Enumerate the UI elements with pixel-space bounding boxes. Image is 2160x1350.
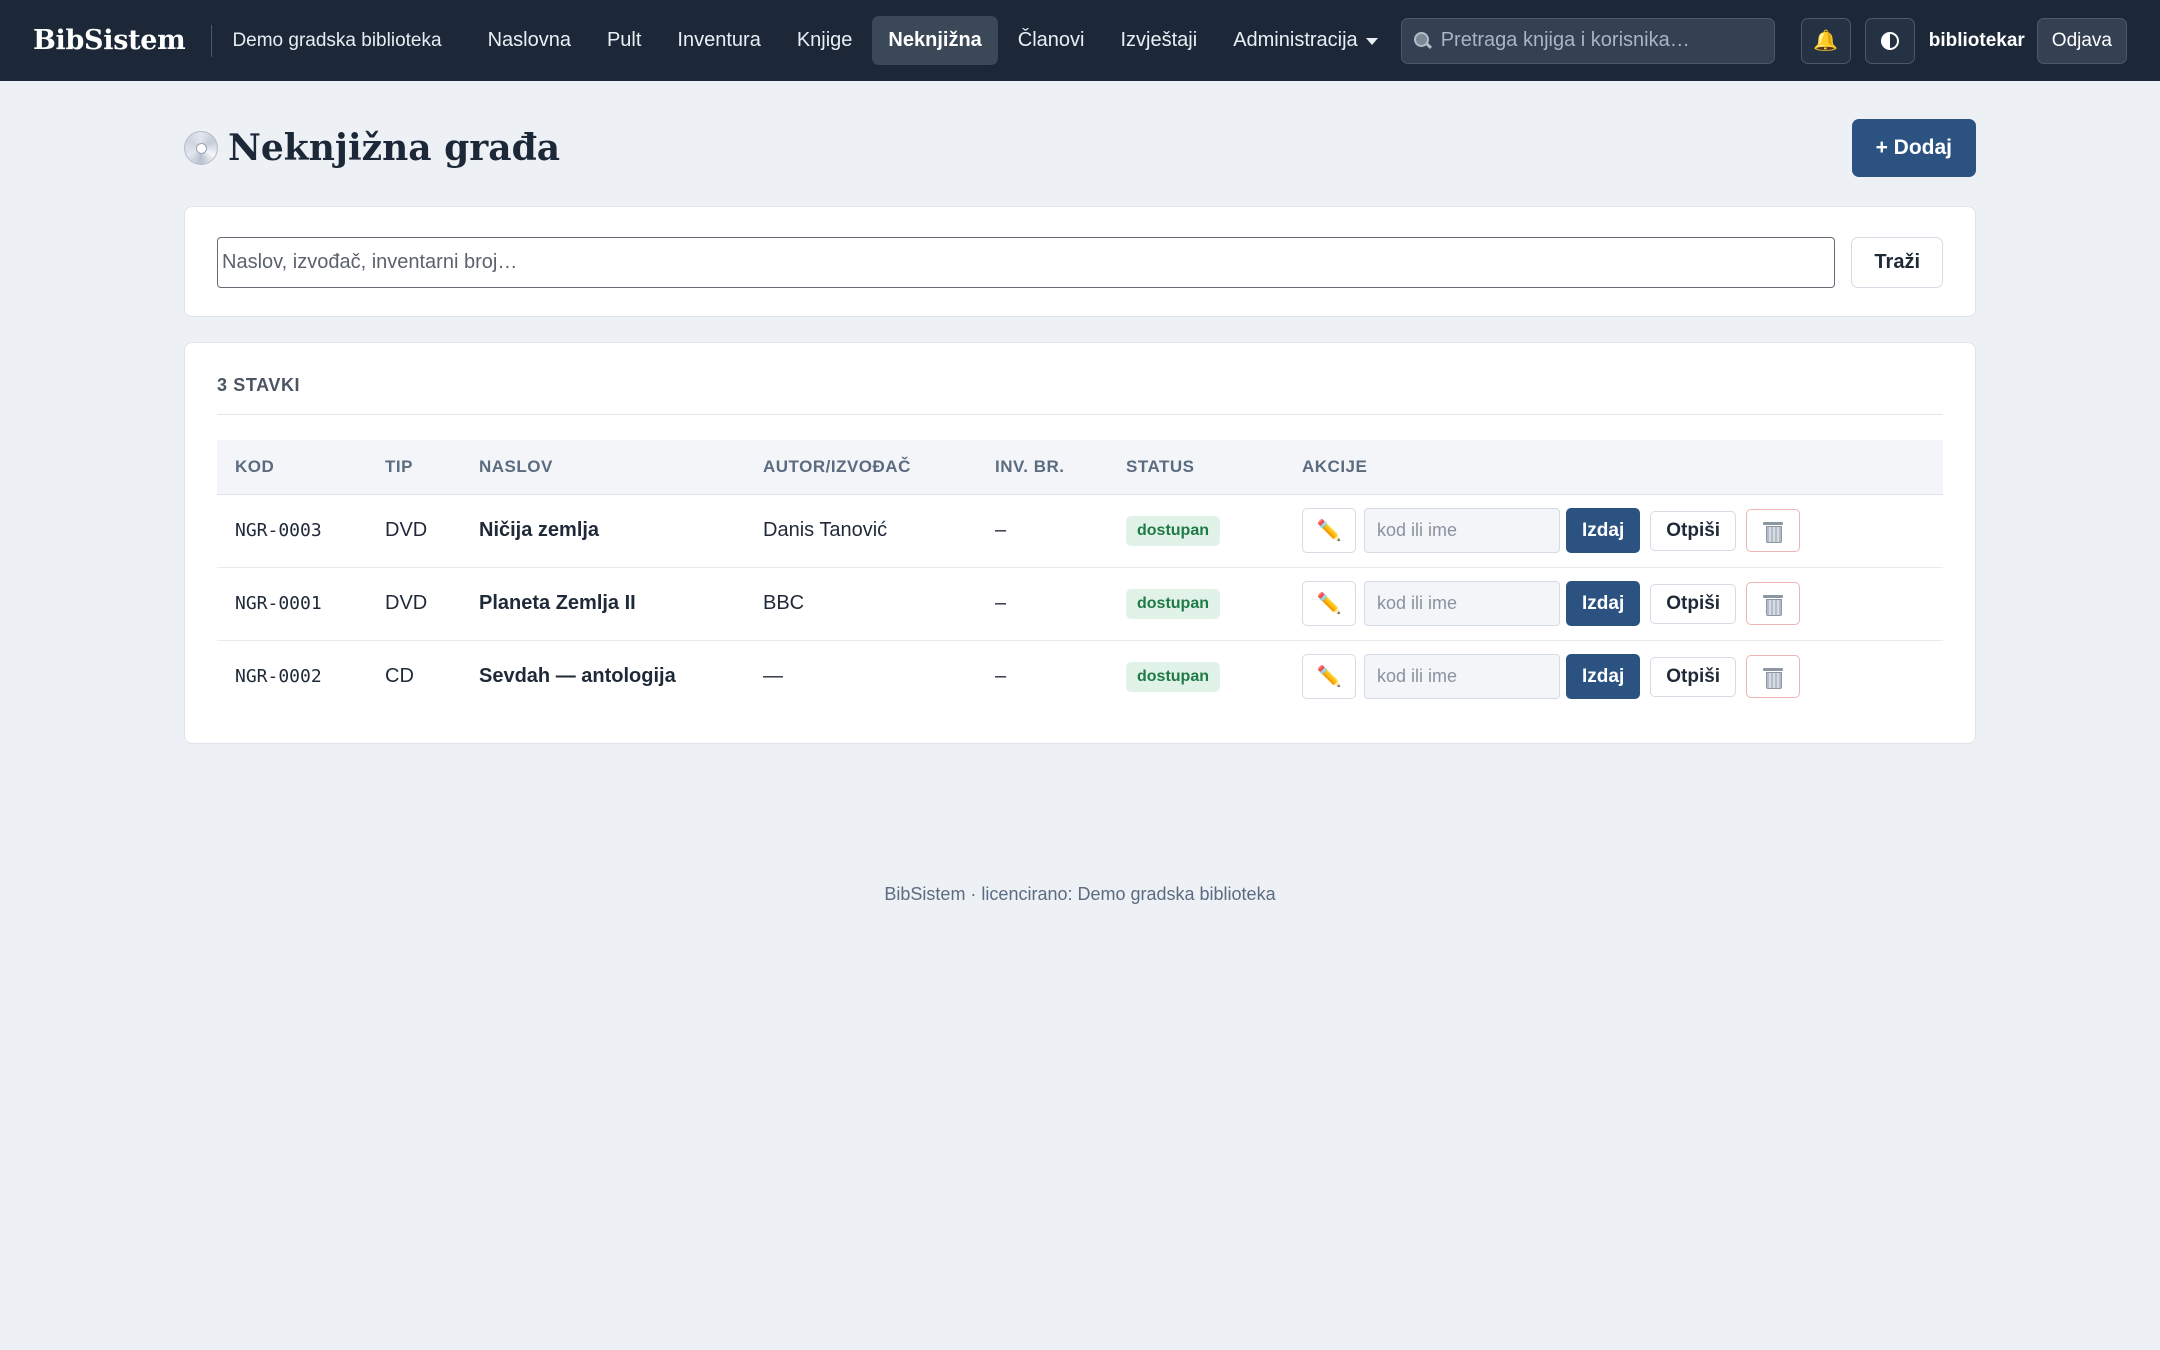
theme-toggle-button[interactable] [1864, 17, 1915, 64]
cell-code: NGR-0002 [235, 666, 322, 688]
write-off-button[interactable]: Otpiši [1650, 583, 1737, 624]
bell-icon: 🔔 [1813, 30, 1839, 52]
nav-item-izvjestaji[interactable]: Izvještaji [1104, 16, 1213, 65]
page-title: Neknjižna građa [228, 127, 561, 169]
cell-author: Danis Tanović [745, 494, 977, 568]
column-header-kod: KOD [217, 440, 367, 495]
borrower-input[interactable] [1364, 581, 1560, 626]
pencil-icon: ✏️ [1316, 593, 1342, 615]
cell-actions: ✏️ Izdaj Otpiši [1284, 494, 1943, 568]
nav-item-knjige[interactable]: Knjige [781, 16, 869, 65]
contrast-icon [1880, 31, 1899, 50]
global-search-input[interactable] [1440, 29, 1762, 52]
item-search-input[interactable] [217, 237, 1836, 288]
main-nav: Naslovna Pult Inventura Knjige Neknjižna… [472, 16, 1394, 65]
page-footer: BibSistem · licencirano: Demo gradska bi… [884, 884, 1276, 904]
status-badge: dostupan [1126, 515, 1220, 546]
add-item-button[interactable]: + Dodaj [1851, 119, 1976, 177]
search-button[interactable]: Traži [1851, 237, 1943, 288]
cell-type: DVD [367, 567, 461, 641]
issue-button[interactable]: Izdaj [1566, 654, 1641, 700]
cell-inv: – [995, 665, 1007, 688]
items-count: 3 STAVKI [217, 375, 1943, 415]
column-header-autor: AUTOR/IZVOĐAČ [745, 440, 977, 495]
page-title-wrap: Neknjižna građa [184, 127, 560, 169]
cell-code: NGR-0001 [217, 567, 367, 641]
row-actions: ✏️ Izdaj Otpiši [1302, 654, 1925, 700]
delete-button[interactable] [1746, 582, 1801, 625]
delete-button[interactable] [1746, 655, 1801, 699]
disc-icon [184, 131, 218, 165]
column-header-tip: TIP [367, 440, 461, 495]
cell-title[interactable]: Ničija zemlja [461, 494, 745, 568]
cell-author: BBC [745, 567, 977, 641]
cell-inv: – [977, 494, 1108, 568]
edit-button[interactable]: ✏️ [1302, 654, 1356, 700]
edit-button[interactable]: ✏️ [1302, 581, 1356, 626]
borrower-input[interactable] [1364, 654, 1560, 700]
cell-author: — [763, 665, 783, 688]
column-header-status: STATUS [1108, 440, 1284, 495]
cell-type: CD [385, 665, 414, 688]
row-actions: ✏️ Izdaj Otpiši [1302, 581, 1925, 626]
table-row: NGR-0002 CD Sevdah — antologija — – dost… [217, 640, 1943, 713]
issue-button[interactable]: Izdaj [1566, 508, 1641, 553]
delete-button[interactable] [1746, 509, 1801, 552]
org-name: Demo gradska biblioteka [232, 29, 442, 51]
search-icon [1413, 32, 1431, 49]
column-header-naslov: NASLOV [461, 440, 745, 495]
pencil-icon: ✏️ [1316, 520, 1342, 542]
nav-item-administracija-label: Administracija [1233, 29, 1358, 51]
status-badge: dostupan [1126, 661, 1220, 692]
nav-item-pult[interactable]: Pult [591, 16, 657, 65]
pencil-icon: ✏️ [1316, 666, 1342, 689]
search-card: Traži [184, 206, 1976, 317]
top-navbar: BibSistem Demo gradska biblioteka Naslov… [0, 0, 2160, 81]
main-content: Neknjižna građa + Dodaj Traži 3 STAVKI K… [184, 119, 1976, 905]
nav-item-neknjizna[interactable]: Neknjižna [872, 16, 998, 65]
page-header: Neknjižna građa + Dodaj [184, 119, 1976, 177]
cell-status: dostupan [1108, 567, 1284, 641]
items-card: 3 STAVKI KOD TIP NASLOV AUTOR/IZVOĐAČ IN… [184, 342, 1976, 744]
row-actions: ✏️ Izdaj Otpiši [1302, 508, 1925, 553]
cell-inv: – [977, 567, 1108, 641]
nav-item-administracija[interactable]: Administracija [1217, 16, 1393, 65]
column-header-inv-br: INV. BR. [977, 440, 1108, 495]
table-row: NGR-0003 DVD Ničija zemlja Danis Tanović… [217, 494, 1943, 568]
table-row: NGR-0001 DVD Planeta Zemlja II BBC – dos… [217, 567, 1943, 641]
trash-icon [1763, 593, 1784, 616]
brand-logo[interactable]: BibSistem [33, 25, 186, 56]
nav-item-inventura[interactable]: Inventura [661, 16, 776, 65]
nav-item-clanovi[interactable]: Članovi [1002, 16, 1101, 65]
edit-button[interactable]: ✏️ [1302, 508, 1356, 553]
trash-icon [1763, 520, 1784, 543]
nav-item-naslovna[interactable]: Naslovna [472, 16, 587, 65]
brand-divider [211, 24, 213, 57]
cell-code: NGR-0003 [217, 494, 367, 568]
cell-type: DVD [367, 494, 461, 568]
cell-status: dostupan [1108, 494, 1284, 568]
logout-button[interactable]: Odjava [2036, 17, 2127, 64]
cell-title[interactable]: Sevdah — antologija [461, 640, 745, 713]
table-header-row: KOD TIP NASLOV AUTOR/IZVOĐAČ INV. BR. ST… [217, 440, 1943, 495]
issue-button[interactable]: Izdaj [1566, 581, 1641, 626]
cell-actions: ✏️ Izdaj Otpiši [1284, 640, 1943, 713]
status-badge: dostupan [1126, 588, 1220, 619]
cell-status: dostupan [1108, 640, 1284, 713]
borrower-input[interactable] [1364, 508, 1560, 553]
global-search [1400, 17, 1775, 64]
cell-actions: ✏️ Izdaj Otpiši [1284, 567, 1943, 641]
cell-title[interactable]: Planeta Zemlja II [461, 567, 745, 641]
chevron-down-icon [1365, 38, 1378, 45]
items-table: KOD TIP NASLOV AUTOR/IZVOĐAČ INV. BR. ST… [217, 440, 1943, 713]
write-off-button[interactable]: Otpiši [1650, 510, 1737, 551]
column-header-akcije: AKCIJE [1284, 440, 1943, 495]
notifications-button[interactable]: 🔔 [1800, 17, 1851, 64]
trash-icon [1763, 666, 1784, 689]
current-user: bibliotekar [1928, 29, 2025, 51]
write-off-button[interactable]: Otpiši [1650, 656, 1737, 697]
